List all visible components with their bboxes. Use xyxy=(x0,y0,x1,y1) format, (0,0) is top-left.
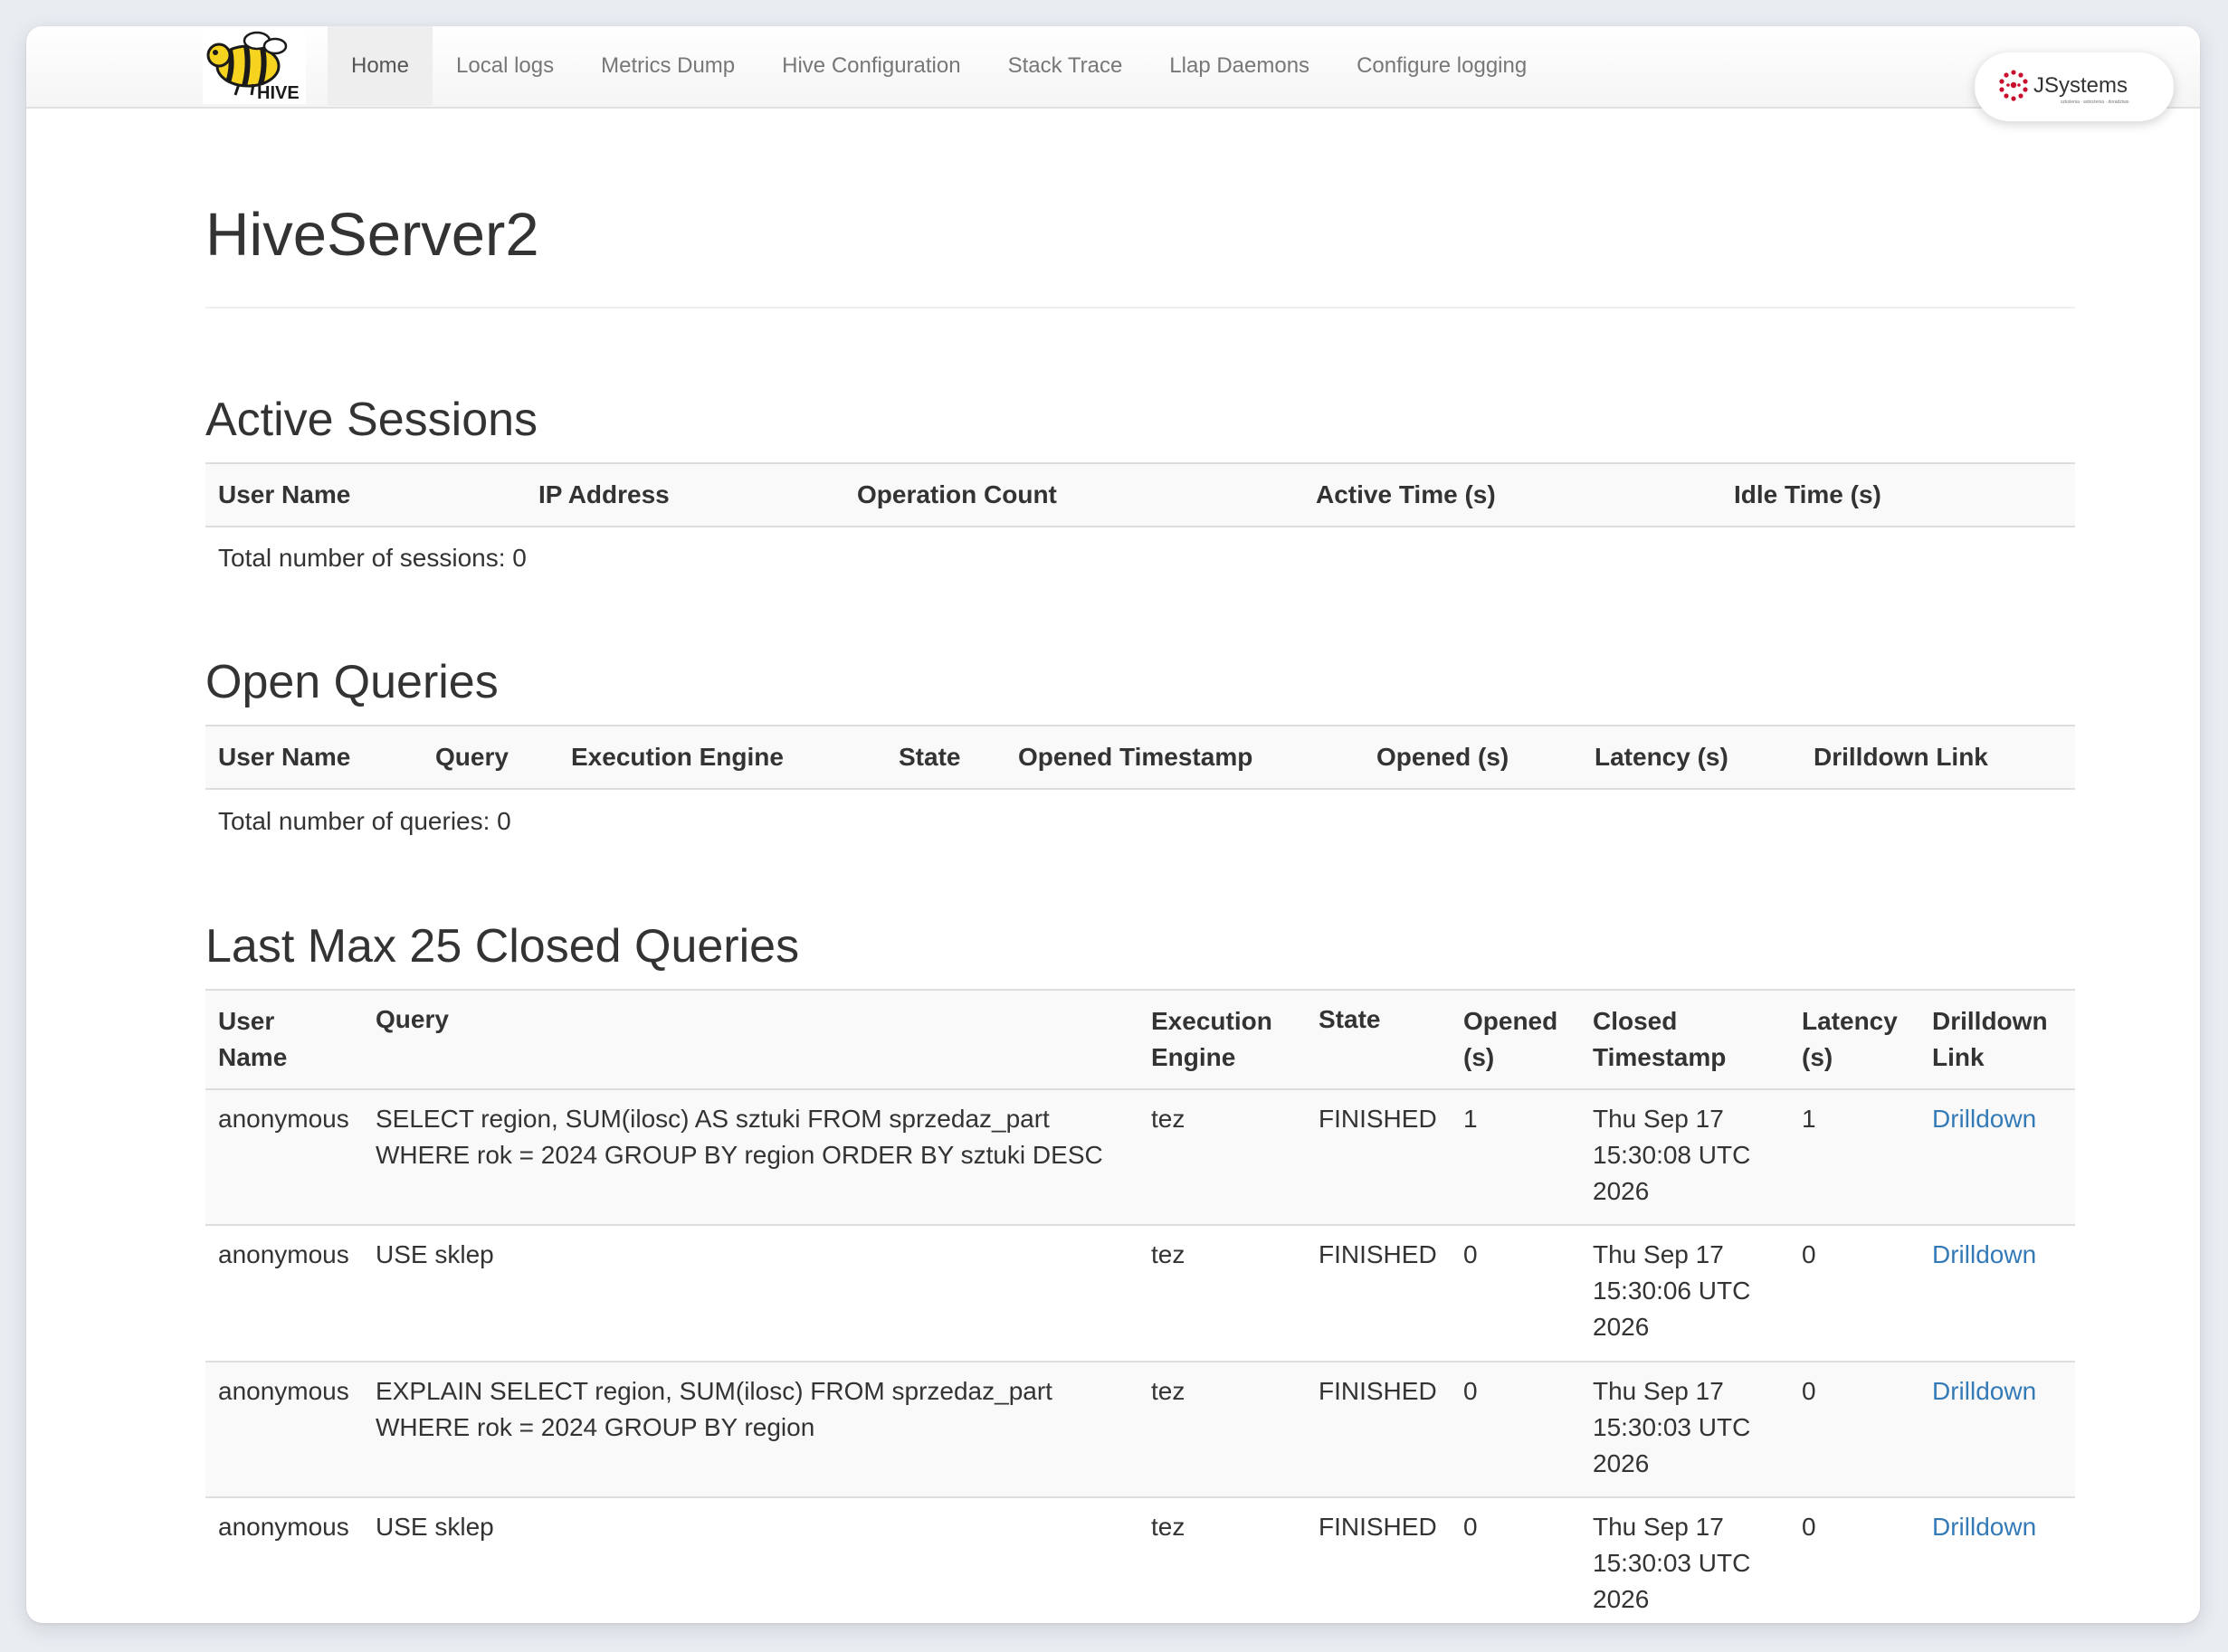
nav-stack-trace[interactable]: Stack Trace xyxy=(985,26,1147,106)
nav-hive-configuration[interactable]: Hive Configuration xyxy=(758,26,984,106)
column-header: State xyxy=(886,725,1005,790)
nav-links: Home Local logs Metrics Dump Hive Config… xyxy=(328,26,1550,106)
nav-configure-logging[interactable]: Configure logging xyxy=(1333,26,1550,106)
cell-user: anonymous xyxy=(205,1225,363,1362)
table-header-row: User Name Query Execution Engine State O… xyxy=(205,725,2075,790)
column-header: Opened Timestamp xyxy=(1005,725,1364,790)
table-header-row: User Name IP Address Operation Count Act… xyxy=(205,462,2075,527)
column-header: Drilldown Link xyxy=(1801,725,2075,790)
column-header: Closed Timestamp xyxy=(1580,989,1789,1090)
column-header: User Name xyxy=(205,462,526,527)
column-header: IP Address xyxy=(526,462,844,527)
active-sessions-heading: Active Sessions xyxy=(205,394,538,446)
nav-metrics-dump[interactable]: Metrics Dump xyxy=(577,26,758,106)
cell-user: anonymous xyxy=(205,1089,363,1226)
top-navbar: HIVE Home Local logs Metrics Dump Hive C… xyxy=(26,26,2200,121)
open-queries-heading: Open Queries xyxy=(205,656,499,708)
table-row: anonymous USE sklep tez FINISHED 0 Thu S… xyxy=(205,1497,2075,1623)
svg-text:HIVE: HIVE xyxy=(257,83,300,103)
cell-closed-timestamp: Thu Sep 17 15:30:03 UTC 2026 xyxy=(1580,1497,1789,1623)
column-header: Query xyxy=(363,989,1138,1090)
cell-user: anonymous xyxy=(205,1362,363,1498)
drilldown-link[interactable]: Drilldown xyxy=(1932,1377,2036,1405)
cell-user: anonymous xyxy=(205,1497,363,1623)
drilldown-link[interactable]: Drilldown xyxy=(1932,1513,2036,1541)
cell-state: FINISHED xyxy=(1306,1362,1451,1498)
svg-text:JSystems: JSystems xyxy=(2033,73,2128,98)
column-header: User Name xyxy=(205,725,423,790)
active-sessions-table: User Name IP Address Operation Count Act… xyxy=(205,462,2075,588)
table-row: anonymous USE sklep tez FINISHED 0 Thu S… xyxy=(205,1225,2075,1362)
page-title: HiveServer2 xyxy=(205,201,539,269)
drilldown-link[interactable]: Drilldown xyxy=(1932,1240,2036,1268)
header-divider xyxy=(205,307,2075,309)
cell-closed-timestamp: Thu Sep 17 15:30:03 UTC 2026 xyxy=(1580,1362,1789,1498)
nav-llap-daemons[interactable]: Llap Daemons xyxy=(1146,26,1333,106)
cell-query: SELECT region, SUM(ilosc) AS sztuki FROM… xyxy=(363,1089,1138,1226)
cell-latency: 0 xyxy=(1789,1497,1919,1623)
column-header: User Name xyxy=(205,989,363,1090)
cell-state: FINISHED xyxy=(1306,1089,1451,1226)
cell-opened: 0 xyxy=(1451,1497,1580,1623)
nav-home[interactable]: Home xyxy=(328,26,433,106)
jsystems-logo-icon: JSystems szkolenia · wdrożenia · doradzt… xyxy=(1999,70,2129,105)
column-header: Active Time (s) xyxy=(1303,462,1721,527)
column-header: State xyxy=(1306,989,1451,1090)
cell-closed-timestamp: Thu Sep 17 15:30:06 UTC 2026 xyxy=(1580,1225,1789,1362)
queries-total: Total number of queries: 0 xyxy=(205,789,2075,852)
column-header: Execution Engine xyxy=(558,725,886,790)
cell-query: USE sklep xyxy=(363,1225,1138,1362)
column-header: Execution Engine xyxy=(1138,989,1306,1090)
column-header: Idle Time (s) xyxy=(1721,462,2075,527)
cell-latency: 0 xyxy=(1789,1225,1919,1362)
sessions-total: Total number of sessions: 0 xyxy=(205,527,2075,588)
column-header: Latency (s) xyxy=(1582,725,1801,790)
drilldown-link[interactable]: Drilldown xyxy=(1932,1105,2036,1133)
cell-latency: 1 xyxy=(1789,1089,1919,1226)
column-header: Opened (s) xyxy=(1364,725,1582,790)
cell-state: FINISHED xyxy=(1306,1497,1451,1623)
column-header: Operation Count xyxy=(844,462,1303,527)
nav-local-logs[interactable]: Local logs xyxy=(433,26,577,106)
cell-engine: tez xyxy=(1138,1089,1306,1226)
cell-query: EXPLAIN SELECT region, SUM(ilosc) FROM s… xyxy=(363,1362,1138,1498)
column-header: Opened (s) xyxy=(1451,989,1580,1090)
jsystems-logo-badge: JSystems szkolenia · wdrożenia · doradzt… xyxy=(1975,52,2174,121)
table-row: anonymous SELECT region, SUM(ilosc) AS s… xyxy=(205,1089,2075,1226)
column-header: Query xyxy=(423,725,558,790)
closed-queries-table: User Name Query Execution Engine State O… xyxy=(205,989,2075,1623)
column-header: Latency (s) xyxy=(1789,989,1919,1090)
table-header-row: User Name Query Execution Engine State O… xyxy=(205,989,2075,1090)
svg-text:szkolenia · wdrożenia · doradz: szkolenia · wdrożenia · doradztwo xyxy=(2061,100,2129,105)
cell-engine: tez xyxy=(1138,1225,1306,1362)
closed-queries-heading: Last Max 25 Closed Queries xyxy=(205,920,800,973)
cell-engine: tez xyxy=(1138,1497,1306,1623)
browser-frame: HIVE Home Local logs Metrics Dump Hive C… xyxy=(26,26,2200,1623)
cell-opened: 1 xyxy=(1451,1089,1580,1226)
cell-closed-timestamp: Thu Sep 17 15:30:08 UTC 2026 xyxy=(1580,1089,1789,1226)
hive-bee-icon: HIVE xyxy=(206,31,300,103)
cell-latency: 0 xyxy=(1789,1362,1919,1498)
cell-query: USE sklep xyxy=(363,1497,1138,1623)
cell-engine: tez xyxy=(1138,1362,1306,1498)
cell-opened: 0 xyxy=(1451,1362,1580,1498)
open-queries-table: User Name Query Execution Engine State O… xyxy=(205,725,2075,852)
cell-opened: 0 xyxy=(1451,1225,1580,1362)
hive-logo[interactable]: HIVE xyxy=(203,28,306,104)
cell-state: FINISHED xyxy=(1306,1225,1451,1362)
table-row: anonymous EXPLAIN SELECT region, SUM(ilo… xyxy=(205,1362,2075,1498)
column-header: Drilldown Link xyxy=(1919,989,2075,1090)
